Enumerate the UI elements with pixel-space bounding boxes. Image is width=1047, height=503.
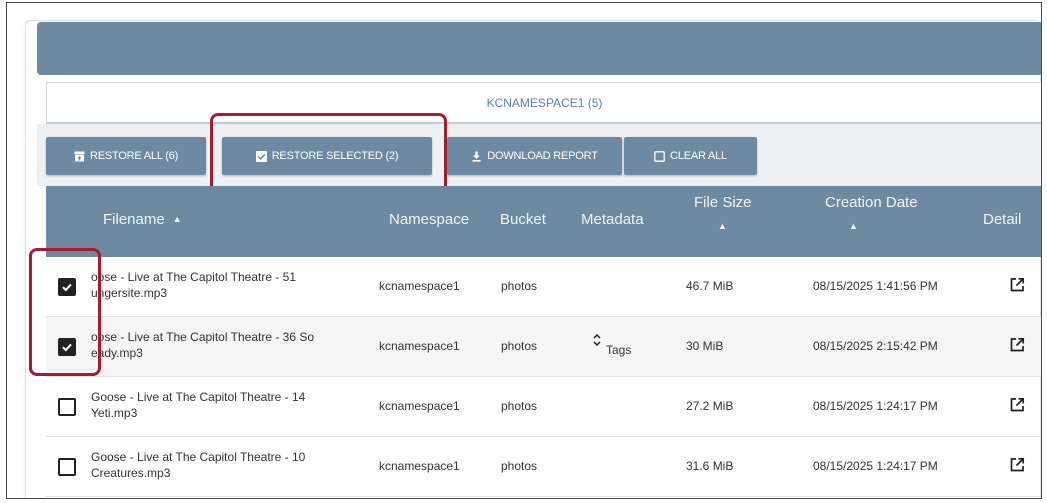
- column-filename[interactable]: Filename ▲: [103, 211, 182, 228]
- row-creation-date: 08/15/2025 1:41:56 PM: [813, 279, 938, 293]
- sort-arrow-icon[interactable]: ▲: [718, 221, 752, 231]
- row-filename-line2: Creatures.mp3: [91, 466, 171, 480]
- row-filename: Goose - Live at The Capitol Theatre - 10…: [91, 449, 361, 481]
- checkbox-empty-icon: [654, 150, 665, 162]
- table-row[interactable]: Goose - Live at The Capitol Theatre - 10…: [46, 437, 1041, 497]
- column-creation-date[interactable]: Creation Date ▲: [825, 194, 918, 231]
- download-report-label: DOWNLOAD REPORT: [487, 150, 598, 162]
- clear-all-label: CLEAR ALL: [670, 150, 727, 162]
- row-bucket: photos: [501, 399, 538, 413]
- unfold-icon[interactable]: [592, 332, 602, 353]
- row-filename-line1: Goose - Live at The Capitol Theatre - 14: [91, 390, 306, 404]
- namespace-tab[interactable]: KCNAMESPACE1 (5): [46, 82, 1041, 124]
- row-file-size: 30 MiB: [686, 339, 724, 353]
- row-filename: oose - Live at The Capitol Theatre - 51 …: [91, 269, 361, 301]
- sort-arrow-icon[interactable]: ▲: [173, 214, 182, 224]
- row-namespace: kcnamespace1: [379, 339, 460, 353]
- row-namespace: kcnamespace1: [379, 459, 460, 473]
- row-metadata-tags[interactable]: Tags: [606, 343, 631, 357]
- column-metadata[interactable]: Metadata: [581, 211, 644, 228]
- row-creation-date: 08/15/2025 1:24:17 PM: [813, 459, 938, 473]
- restore-all-button[interactable]: RESTORE ALL (6): [46, 137, 206, 175]
- row-checkbox[interactable]: [58, 458, 76, 476]
- row-file-size: 46.7 MiB: [686, 279, 734, 293]
- column-filename-label: Filename: [103, 211, 165, 228]
- table-row[interactable]: Goose - Live at The Capitol Theatre - 14…: [46, 377, 1041, 437]
- row-filename-line2: ungersite.mp3: [91, 286, 168, 300]
- row-filename-line1: oose - Live at The Capitol Theatre - 36 …: [91, 330, 315, 344]
- table-header: Filename ▲ Namespace Bucket Metadata File…: [46, 186, 1041, 257]
- column-file-size[interactable]: File Size ▲: [694, 194, 752, 231]
- open-in-new-icon[interactable]: [1009, 457, 1025, 473]
- row-filename-line1: Goose - Live at The Capitol Theatre - 10: [91, 450, 306, 464]
- row-bucket: photos: [501, 279, 538, 293]
- open-in-new-icon[interactable]: [1009, 277, 1025, 293]
- row-filename: Goose - Live at The Capitol Theatre - 14…: [91, 389, 361, 421]
- row-creation-date: 08/15/2025 2:15:42 PM: [813, 339, 938, 353]
- row-bucket: photos: [501, 339, 538, 353]
- row-namespace: kcnamespace1: [379, 279, 460, 293]
- namespace-tab-label: KCNAMESPACE1 (5): [486, 96, 603, 110]
- header-banner: [37, 22, 1041, 75]
- row-file-size: 27.2 MiB: [686, 399, 734, 413]
- sort-arrow-icon[interactable]: ▲: [849, 221, 918, 231]
- checkbox-highlight: [29, 248, 101, 376]
- column-creation-date-label: Creation Date: [825, 194, 918, 211]
- row-creation-date: 08/15/2025 1:24:17 PM: [813, 399, 938, 413]
- archive-restore-icon: [74, 151, 85, 162]
- column-bucket[interactable]: Bucket: [500, 211, 546, 228]
- open-in-new-icon[interactable]: [1009, 337, 1025, 353]
- download-icon: [471, 151, 482, 162]
- download-report-button[interactable]: DOWNLOAD REPORT: [447, 137, 622, 175]
- row-file-size: 31.6 MiB: [686, 459, 734, 473]
- table-row[interactable]: oose - Live at The Capitol Theatre - 51 …: [46, 257, 1041, 317]
- column-file-size-label: File Size: [694, 194, 752, 211]
- column-namespace[interactable]: Namespace: [389, 211, 469, 228]
- row-namespace: kcnamespace1: [379, 399, 460, 413]
- row-filename-line2: Yeti.mp3: [91, 406, 138, 420]
- row-filename-line2: eady.mp3: [91, 346, 143, 360]
- table-row[interactable]: oose - Live at The Capitol Theatre - 36 …: [46, 317, 1041, 377]
- row-bucket: photos: [501, 459, 538, 473]
- open-in-new-icon[interactable]: [1009, 397, 1025, 413]
- restore-all-label: RESTORE ALL (6): [89, 150, 179, 162]
- row-filename-line1: oose - Live at The Capitol Theatre - 51: [91, 270, 297, 284]
- row-filename: oose - Live at The Capitol Theatre - 36 …: [91, 329, 361, 361]
- column-detail: Detail: [983, 211, 1022, 228]
- row-checkbox[interactable]: [58, 398, 76, 416]
- app-frame: KCNAMESPACE1 (5) RESTORE ALL (6) RESTORE…: [6, 2, 1042, 499]
- clear-all-button[interactable]: CLEAR ALL: [624, 137, 757, 175]
